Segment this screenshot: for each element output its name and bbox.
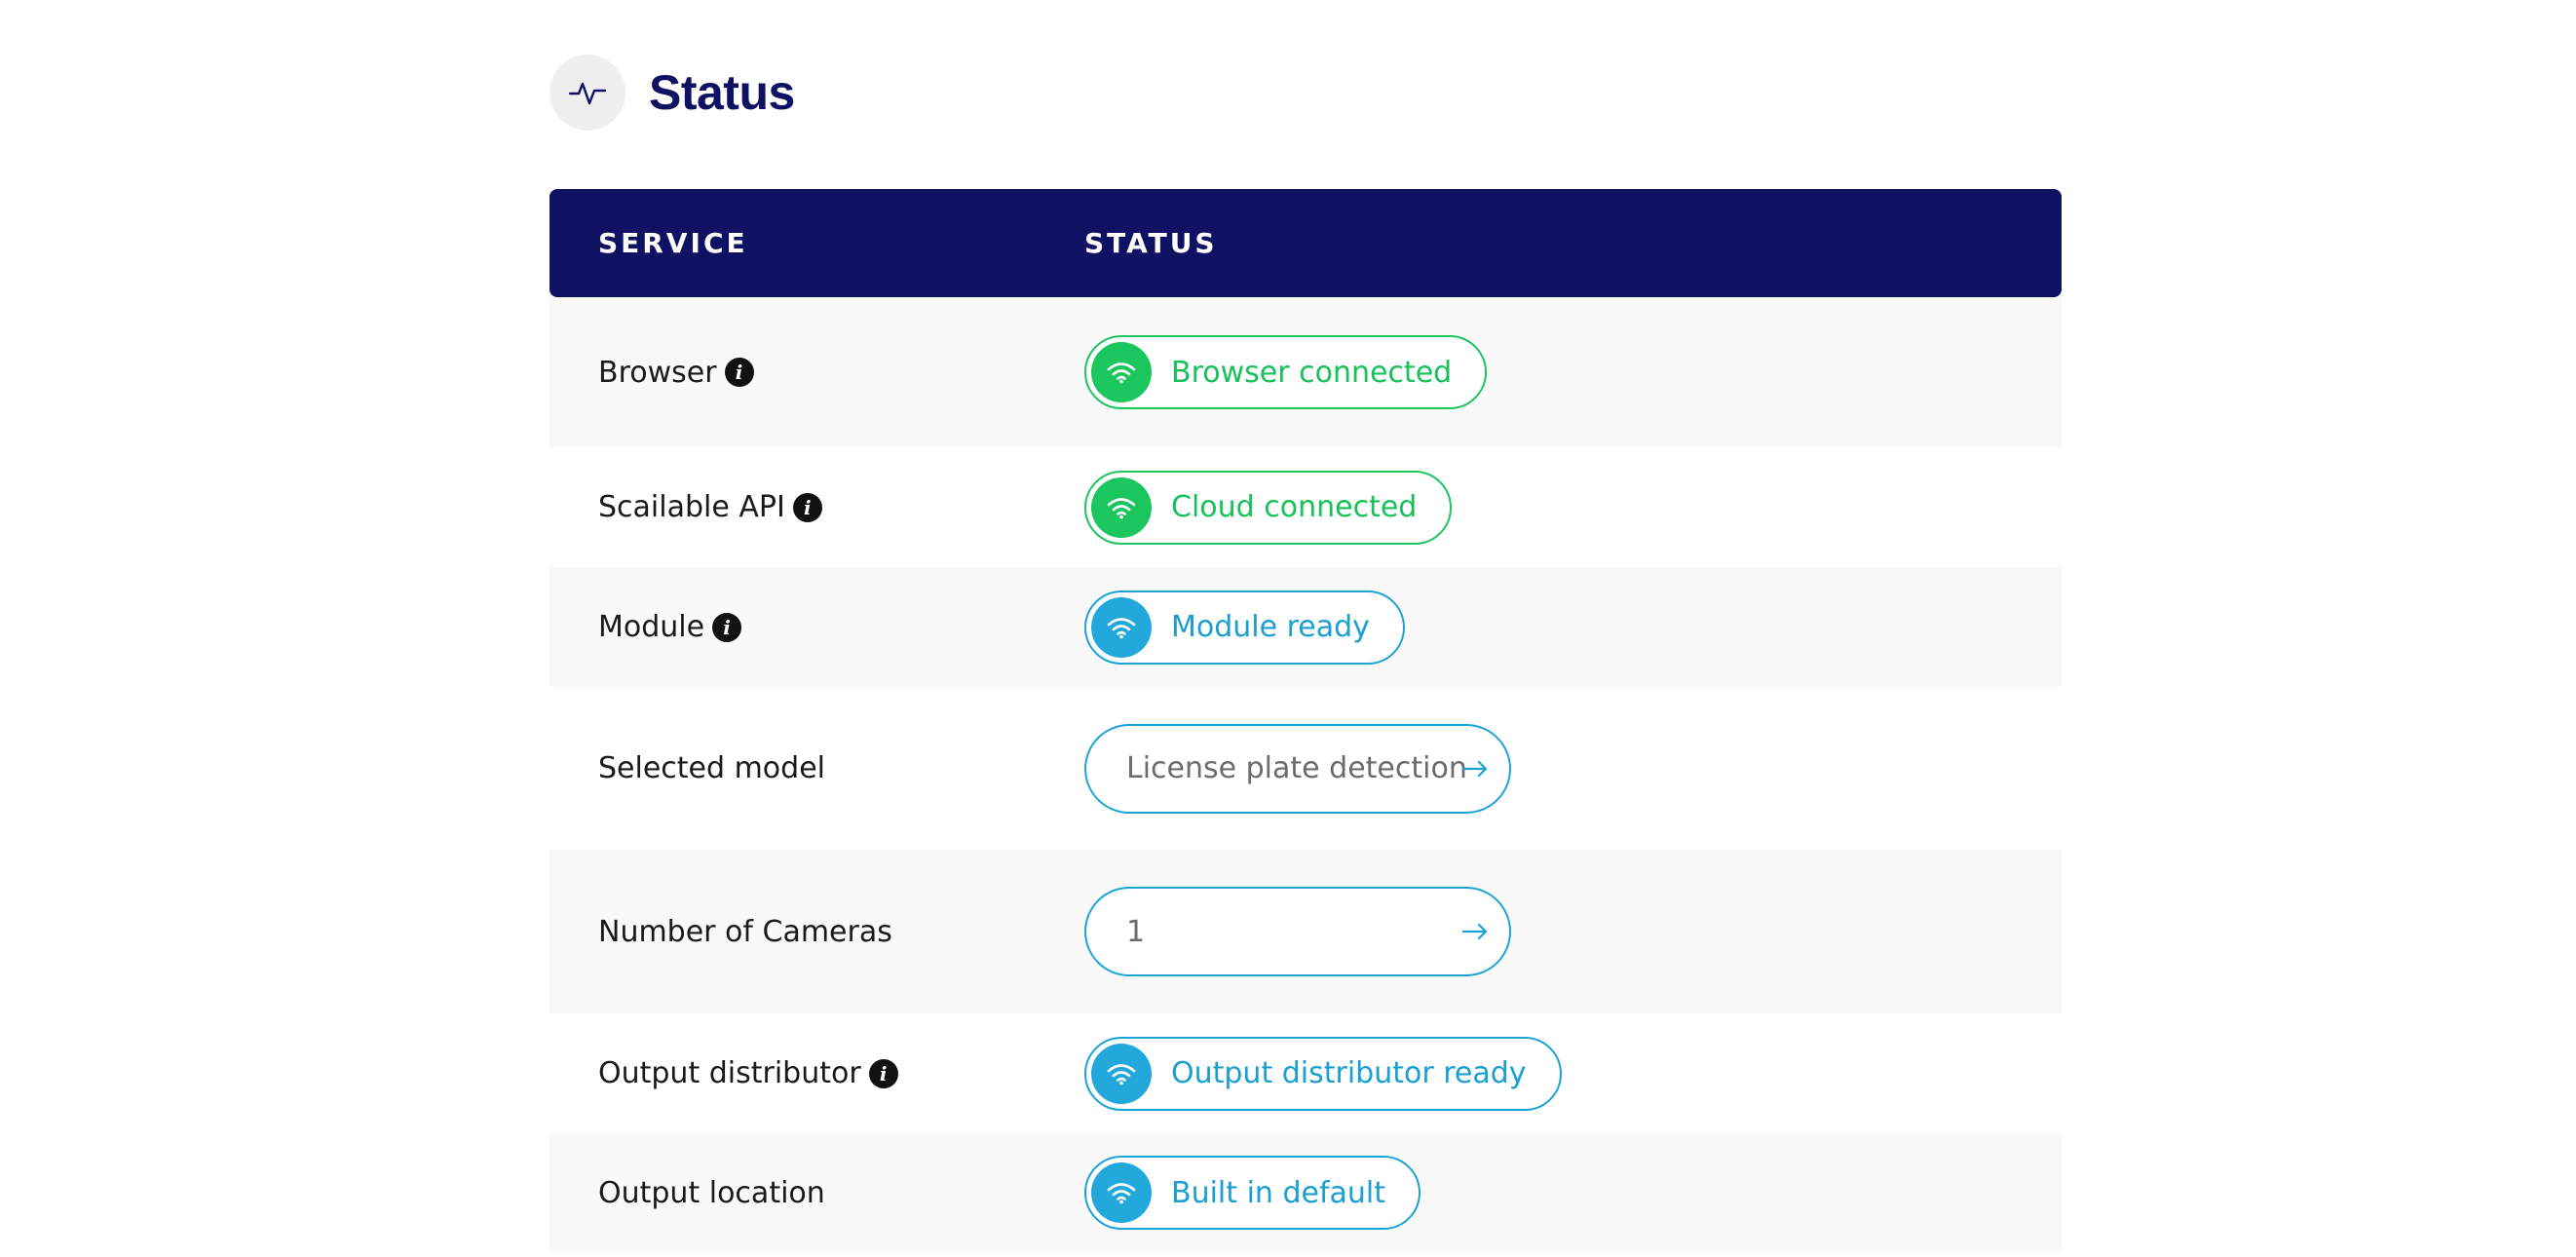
page-title: Status [649, 65, 795, 120]
info-icon[interactable]: i [712, 612, 742, 642]
wifi-icon [1091, 342, 1152, 402]
info-icon[interactable]: i [724, 358, 754, 387]
service-name: Scailable API [598, 490, 785, 524]
service-name: Selected model [598, 751, 825, 785]
service-label: Scailable API i [598, 490, 822, 524]
service-label: Module i [598, 610, 742, 644]
service-label: Output distributor i [598, 1056, 898, 1090]
column-header-service: SERVICE [598, 227, 748, 259]
select-value: 1 [1126, 914, 1146, 949]
status-badge: Browser connected [1084, 335, 1488, 409]
arrow-right-icon [1461, 760, 1488, 777]
table-row-output-location: Output location Built in default [549, 1133, 2062, 1252]
service-label: Selected model [598, 751, 825, 785]
service-name: Module [598, 610, 705, 644]
service-name: Number of Cameras [598, 914, 892, 949]
table-header: SERVICE STATUS [549, 189, 2062, 297]
table-row-selected-model: Selected model License plate detection [549, 687, 2062, 850]
status-text: Output distributor ready [1171, 1056, 1527, 1090]
service-name: Output location [598, 1175, 825, 1210]
activity-icon [549, 55, 625, 131]
status-text: Browser connected [1171, 355, 1453, 390]
arrow-right-icon [1461, 923, 1488, 940]
wifi-icon [1091, 476, 1152, 538]
table-row-output-distributor: Output distributor i Output distributor … [549, 1013, 2062, 1133]
status-badge: Module ready [1084, 590, 1405, 665]
column-header-status: STATUS [1084, 227, 1218, 259]
status-badge: Output distributor ready [1084, 1036, 1562, 1111]
wifi-icon [1091, 1043, 1152, 1104]
status-text: Module ready [1171, 610, 1370, 644]
service-label: Number of Cameras [598, 915, 892, 949]
service-label: Output location [598, 1176, 825, 1210]
status-text: Cloud connected [1171, 490, 1418, 524]
info-icon[interactable]: i [792, 492, 822, 522]
model-select[interactable]: License plate detection [1084, 723, 1511, 814]
table-row-number-of-cameras: Number of Cameras 1 [549, 850, 2062, 1013]
status-badge: Built in default [1084, 1156, 1421, 1230]
wifi-icon [1091, 596, 1152, 658]
table-row-scailable-api: Scailable API i Cloud connected [549, 447, 2062, 567]
cameras-select[interactable]: 1 [1084, 887, 1511, 976]
service-name: Browser [598, 355, 717, 390]
table-row-module: Module i Module ready [549, 567, 2062, 687]
status-table: SERVICE STATUS Browser i Browser connect… [549, 189, 2062, 1252]
select-value: License plate detection [1126, 751, 1467, 785]
status-badge: Cloud connected [1084, 470, 1453, 545]
page-header: Status [549, 55, 795, 131]
table-row-browser: Browser i Browser connected [549, 297, 2062, 447]
wifi-icon [1091, 1162, 1152, 1223]
service-label: Browser i [598, 356, 754, 390]
service-name: Output distributor [598, 1056, 861, 1090]
status-text: Built in default [1171, 1175, 1386, 1210]
info-icon[interactable]: i [868, 1058, 898, 1088]
